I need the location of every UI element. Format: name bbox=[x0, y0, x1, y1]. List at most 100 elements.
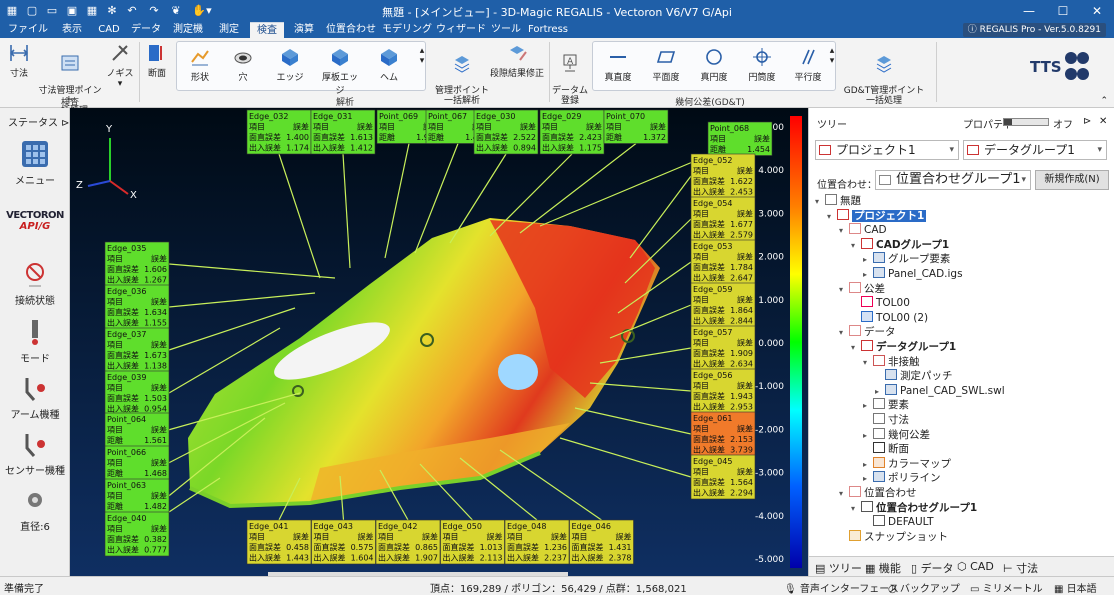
tree-node[interactable]: ▾ 位置合わせ bbox=[839, 486, 917, 501]
caliper-button[interactable]: ノギス ▾ bbox=[104, 42, 136, 89]
tree-node[interactable]: 測定パッチ bbox=[875, 369, 953, 384]
minimize-icon[interactable]: — bbox=[1012, 0, 1046, 22]
backup-indicator[interactable]: ◷ バックアップ bbox=[888, 580, 960, 595]
tab-functions[interactable]: ▦ 機能 bbox=[865, 560, 901, 576]
language-indicator[interactable]: ▦ 日本語 bbox=[1054, 580, 1097, 595]
datum-button[interactable]: A データム 登録 bbox=[552, 42, 588, 106]
callout-edge_056[interactable]: Edge_056 項目 誤差面直誤差 1.943 出入誤差 2.953 bbox=[690, 368, 756, 414]
tree-node[interactable]: ▸ 要素 bbox=[863, 398, 909, 413]
menu-inspection[interactable]: 検査 bbox=[250, 22, 284, 38]
chevron-down-icon[interactable]: ▾ bbox=[851, 340, 861, 355]
tree-node[interactable]: DEFAULT bbox=[863, 515, 933, 530]
hole-button[interactable]: 穴 bbox=[228, 46, 258, 83]
callout-edge_041[interactable]: Edge_041 項目 誤差面直誤差 0.458 出入誤差 1.443 bbox=[246, 519, 312, 565]
tree-node[interactable]: ▸ 幾何公差 bbox=[863, 427, 930, 443]
unit-indicator[interactable]: ▭ ミリメートル bbox=[970, 580, 1043, 595]
panel-pin-icon[interactable]: ⊳ bbox=[1083, 116, 1091, 127]
menu-button[interactable]: メニュー bbox=[0, 140, 70, 187]
parallelism-button[interactable]: 平行度 bbox=[788, 46, 828, 83]
step-fix-button[interactable]: 段隙結果修正 bbox=[488, 42, 546, 79]
tab-data[interactable]: ▯ データ bbox=[911, 560, 954, 576]
voice-interface-indicator[interactable]: 🎙 音声インターフェース bbox=[784, 580, 899, 595]
tree-node[interactable]: ▸ ポリライン bbox=[863, 471, 941, 486]
callout-edge_054[interactable]: Edge_054 項目 誤差面直誤差 1.677 出入誤差 2.579 bbox=[690, 196, 756, 242]
callout-edge_032[interactable]: Edge_032 項目 誤差面直誤差 1.400 出入誤差 1.174 bbox=[246, 109, 312, 155]
menu-view[interactable]: 表示 bbox=[54, 22, 90, 38]
callout-point_063[interactable]: Point_063 項目 誤差距離 1.482 bbox=[104, 478, 170, 513]
mgmt-batch-button[interactable]: 管理ポイント 一括解析 bbox=[430, 42, 494, 106]
datagroup-combo[interactable]: データグループ1 ▾ bbox=[963, 140, 1107, 160]
gdt-batch-button[interactable]: GD&T管理ポイント 一括処理 bbox=[842, 42, 926, 106]
tab-dimensions[interactable]: ⊢ 寸法 bbox=[1003, 560, 1038, 576]
tree-node[interactable]: TOL00 (2) bbox=[851, 310, 928, 326]
menu-tools[interactable]: ツール bbox=[490, 22, 522, 38]
tree-node[interactable]: ▾ プロジェクト1 bbox=[827, 208, 927, 224]
hem-button[interactable]: ヘム bbox=[372, 46, 406, 83]
viewport-canvas[interactable]: Y Z X 5.0004.0003.0002.0001.0000.000-1.0… bbox=[70, 108, 808, 576]
callout-edge_052[interactable]: Edge_052 項目 誤差面直誤差 1.622 出入誤差 2.453 bbox=[690, 153, 756, 199]
callout-edge_039[interactable]: Edge_039 項目 誤差面直誤差 1.503 出入誤差 0.954 bbox=[104, 370, 170, 416]
chevron-down-icon[interactable]: ▾ bbox=[851, 238, 861, 253]
tree-node[interactable]: ▾ 無題 bbox=[815, 194, 861, 209]
section-button[interactable]: 断面 bbox=[142, 42, 172, 79]
dimension-button[interactable]: 寸法 bbox=[4, 42, 34, 79]
menu-measure[interactable]: 測定 bbox=[212, 22, 246, 38]
callout-point_066[interactable]: Point_066 項目 誤差距離 1.468 bbox=[104, 445, 170, 480]
callout-edge_029[interactable]: Edge_029 項目 誤差面直誤差 2.423 出入誤差 1.175 bbox=[539, 109, 605, 155]
tree-node[interactable]: ▾ CADグループ1 bbox=[851, 237, 949, 253]
callout-edge_046[interactable]: Edge_046 項目 誤差面直誤差 1.431 出入誤差 2.378 bbox=[569, 519, 634, 565]
tree-node[interactable]: ▸ Panel_CAD_SWL.swl bbox=[875, 383, 1005, 399]
callout-point_064[interactable]: Point_064 項目 誤差距離 1.561 bbox=[104, 412, 170, 447]
callout-edge_030[interactable]: Edge_030 項目 誤差面直誤差 2.522 出入誤差 0.894 bbox=[473, 109, 539, 155]
pin-icon[interactable]: ⊳ bbox=[58, 118, 69, 129]
tab-tree[interactable]: ▤ ツリー bbox=[815, 560, 862, 576]
chevron-right-icon[interactable]: ▸ bbox=[863, 457, 873, 472]
callout-edge_031[interactable]: Edge_031 項目 誤差面直誤差 1.613 出入誤差 1.412 bbox=[310, 109, 376, 155]
tree-node[interactable]: ▾ 非接触 bbox=[863, 354, 920, 370]
close-icon[interactable]: ✕ bbox=[1080, 0, 1114, 22]
menu-modeling[interactable]: モデリング bbox=[382, 22, 432, 38]
callout-edge_057[interactable]: Edge_057 項目 誤差面直誤差 1.909 出入誤差 2.634 bbox=[690, 325, 756, 371]
tree-node[interactable]: 寸法 bbox=[863, 413, 909, 428]
tree-node[interactable]: ▾ 公差 bbox=[839, 281, 885, 297]
menu-calc[interactable]: 演算 bbox=[288, 22, 320, 38]
project-tree[interactable]: ▾ 無題 ▾ プロジェクト1 ▾ CAD ▾ CADグループ1 ▸ グループ要素 ▸ Panel_CA… bbox=[809, 194, 1114, 548]
menu-machine[interactable]: 測定機 bbox=[168, 22, 208, 38]
chevron-right-icon[interactable]: ▸ bbox=[863, 471, 873, 486]
chevron-down-icon[interactable]: ▾ bbox=[815, 194, 825, 209]
tree-node[interactable]: TOL00 bbox=[851, 296, 910, 311]
callout-edge_053[interactable]: Edge_053 項目 誤差面直誤差 1.784 出入誤差 2.647 bbox=[690, 239, 756, 285]
project-combo[interactable]: プロジェクト1 ▾ bbox=[815, 140, 959, 160]
tree-node[interactable]: ▾ データ bbox=[839, 325, 896, 340]
callout-edge_036[interactable]: Edge_036 項目 誤差面直誤差 1.634 出入誤差 1.155 bbox=[104, 284, 170, 330]
chevron-down-icon[interactable]: ▾ bbox=[839, 223, 849, 238]
flatness-button[interactable]: 平面度 bbox=[646, 46, 686, 83]
menu-file[interactable]: ファイル bbox=[6, 22, 50, 38]
chevron-down-icon[interactable]: ▾ bbox=[863, 355, 873, 370]
chevron-down-icon[interactable]: ▾ bbox=[839, 325, 849, 340]
chevron-down-icon[interactable]: ▾ bbox=[839, 282, 849, 297]
tree-node[interactable]: ▸ カラーマップ bbox=[863, 456, 951, 472]
callout-edge_059[interactable]: Edge_059 項目 誤差面直誤差 1.864 出入誤差 2.844 bbox=[690, 282, 756, 328]
chevron-right-icon[interactable]: ▸ bbox=[863, 398, 873, 413]
callout-edge_061[interactable]: Edge_061 項目 誤差面直誤差 2.153 出入誤差 3.739 bbox=[690, 411, 756, 457]
callout-edge_037[interactable]: Edge_037 項目 誤差面直誤差 1.673 出入誤差 1.138 bbox=[104, 327, 170, 373]
menu-cad[interactable]: CAD bbox=[94, 22, 124, 38]
chevron-down-icon[interactable]: ▾ bbox=[827, 209, 837, 224]
tree-node[interactable]: ▾ 位置合わせグループ1 bbox=[851, 500, 977, 516]
edge-button[interactable]: エッジ bbox=[272, 46, 308, 83]
3d-viewport[interactable]: Y Z X 5.0004.0003.0002.0001.0000.000-1.0… bbox=[70, 108, 808, 576]
chevron-down-icon[interactable]: ▾ bbox=[851, 501, 861, 516]
gdt-scroll-icon[interactable]: ▴ ▾ bbox=[828, 46, 836, 66]
panel-close-icon[interactable]: ✕ bbox=[1099, 116, 1107, 127]
tree-node[interactable]: ▾ CAD bbox=[839, 223, 887, 238]
alignment-combo[interactable]: 位置合わせグループ1 ▾ bbox=[875, 170, 1031, 190]
property-toggle[interactable] bbox=[1003, 118, 1049, 126]
callout-edge_035[interactable]: Edge_035 項目 誤差面直誤差 1.606 出入誤差 1.267 bbox=[104, 241, 170, 287]
callout-edge_043[interactable]: Edge_043 項目 誤差面直誤差 0.575 出入誤差 1.604 bbox=[311, 519, 376, 565]
tab-cad[interactable]: ⬡ CAD bbox=[957, 560, 994, 573]
callout-point_070[interactable]: Point_070 項目 誤差距離 1.372 bbox=[603, 109, 669, 144]
straightness-button[interactable]: 真直度 bbox=[598, 46, 638, 83]
mode-status[interactable]: モード bbox=[0, 318, 70, 365]
tree-node[interactable]: ▸ グループ要素 bbox=[863, 252, 950, 267]
